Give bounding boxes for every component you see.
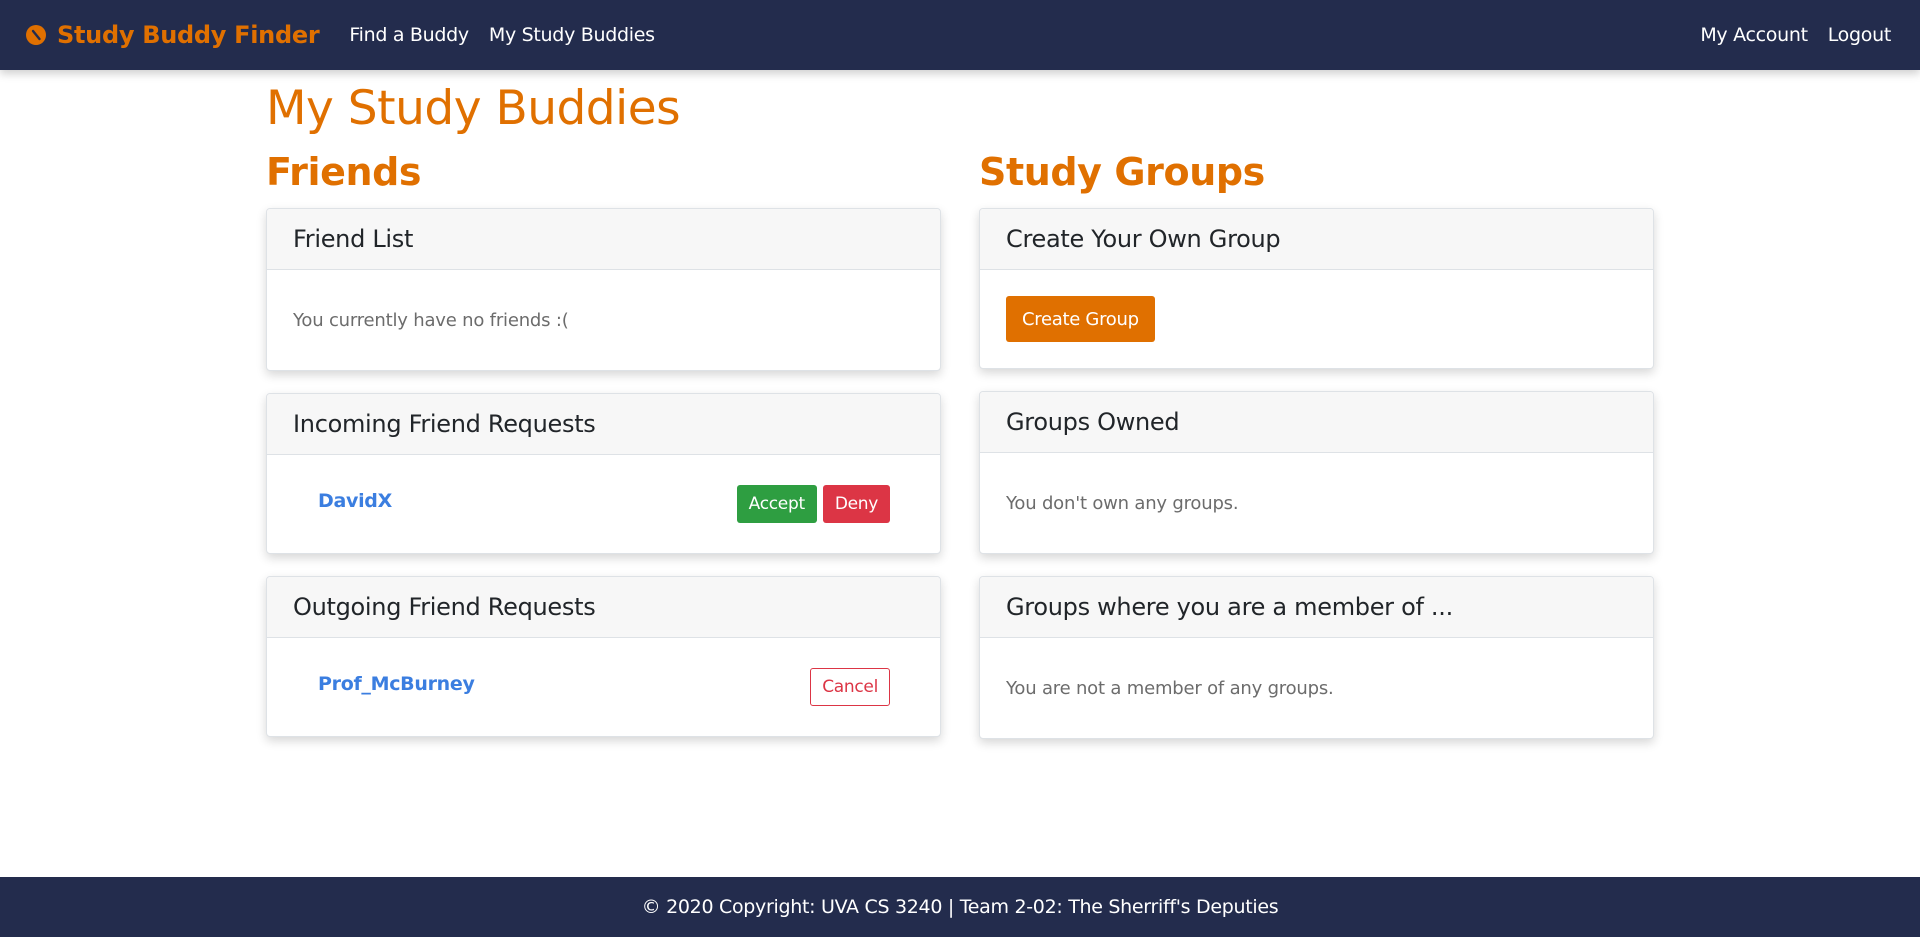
nav-logout[interactable]: Logout (1828, 24, 1892, 46)
page-footer: © 2020 Copyright: UVA CS 3240 | Team 2-0… (0, 877, 1920, 937)
page-title: My Study Buddies (266, 81, 681, 136)
top-navbar: Study Buddy Finder Find a Buddy My Study… (0, 0, 1920, 70)
groups-member-empty-text: You are not a member of any groups. (1006, 677, 1334, 699)
study-groups-title: Study Groups (979, 150, 1265, 194)
cancel-button[interactable]: Cancel (810, 668, 890, 706)
friends-title: Friends (266, 150, 422, 194)
navbar-left: Study Buddy Finder Find a Buddy My Study… (25, 21, 675, 49)
groups-owned-body: You don't own any groups. (980, 453, 1653, 553)
outgoing-requests-card: Outgoing Friend Requests Prof_McBurney C… (266, 576, 941, 737)
outgoing-requests-header: Outgoing Friend Requests (267, 577, 940, 638)
incoming-requests-header: Incoming Friend Requests (267, 394, 940, 455)
nav-my-study-buddies[interactable]: My Study Buddies (489, 24, 655, 46)
groups-member-header: Groups where you are a member of ... (980, 577, 1653, 638)
incoming-request-row: DavidX Accept Deny (293, 485, 914, 523)
study-groups-column: Study Groups Create Your Own Group Creat… (979, 150, 1654, 761)
navbar-right: My Account Logout (1700, 24, 1891, 46)
compass-icon (25, 24, 47, 46)
groups-member-body: You are not a member of any groups. (980, 638, 1653, 738)
incoming-request-user[interactable]: DavidX (318, 490, 392, 512)
groups-owned-empty-text: You don't own any groups. (1006, 492, 1239, 514)
incoming-request-actions: Accept Deny (736, 485, 890, 523)
friend-list-card: Friend List You currently have no friend… (266, 208, 941, 371)
outgoing-request-user[interactable]: Prof_McBurney (318, 673, 475, 695)
create-group-header: Create Your Own Group (980, 209, 1653, 270)
brand[interactable]: Study Buddy Finder (25, 21, 320, 49)
create-group-button[interactable]: Create Group (1006, 296, 1155, 342)
incoming-requests-card: Incoming Friend Requests DavidX Accept D… (266, 393, 941, 554)
accept-button[interactable]: Accept (736, 485, 817, 523)
deny-button[interactable]: Deny (822, 485, 890, 523)
footer-copyright: © 2020 Copyright: UVA CS 3240 | Team 2-0… (641, 896, 1279, 918)
friend-list-empty-text: You currently have no friends :( (293, 309, 569, 331)
brand-name[interactable]: Study Buddy Finder (57, 21, 320, 49)
friend-list-header: Friend List (267, 209, 940, 270)
groups-owned-header: Groups Owned (980, 392, 1653, 453)
outgoing-request-row: Prof_McBurney Cancel (293, 668, 914, 706)
groups-member-card: Groups where you are a member of ... You… (979, 576, 1654, 739)
incoming-requests-body: DavidX Accept Deny (267, 455, 940, 553)
groups-owned-card: Groups Owned You don't own any groups. (979, 391, 1654, 554)
create-group-body: Create Group (980, 270, 1653, 368)
nav-find-buddy[interactable]: Find a Buddy (349, 24, 469, 46)
create-group-card: Create Your Own Group Create Group (979, 208, 1654, 369)
friends-column: Friends Friend List You currently have n… (266, 150, 941, 759)
nav-my-account[interactable]: My Account (1700, 24, 1808, 46)
outgoing-requests-body: Prof_McBurney Cancel (267, 638, 940, 736)
friend-list-body: You currently have no friends :( (267, 270, 940, 370)
